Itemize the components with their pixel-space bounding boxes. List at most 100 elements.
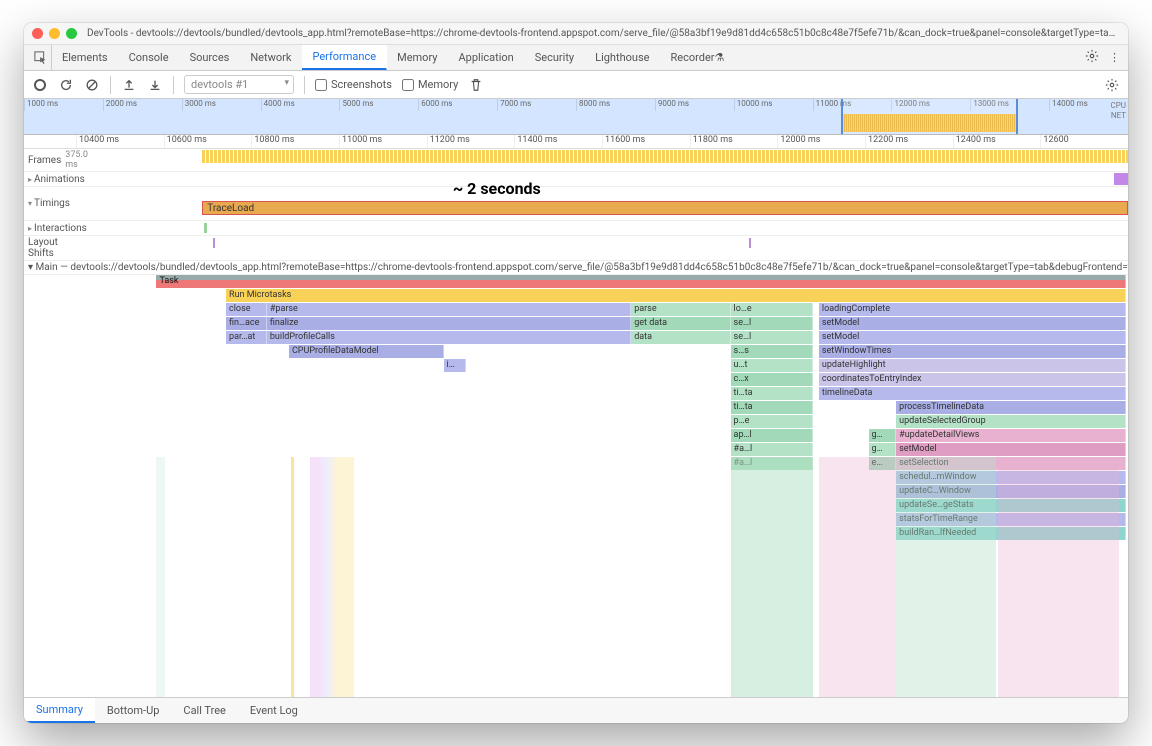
memory-label: Memory	[418, 78, 458, 91]
flame-bar[interactable]: setWindowTimes	[819, 345, 1126, 358]
btab-summary[interactable]: Summary	[24, 698, 95, 723]
more-icon[interactable]: ⋮	[1109, 51, 1120, 64]
flame-bar[interactable]: CPUProfileDataModel	[289, 345, 444, 358]
timings-lane[interactable]: ▾Timings ~ 2 seconds TraceLoad	[24, 187, 1128, 221]
flame-bar[interactable]: get data	[631, 317, 730, 330]
maximize-window-icon[interactable]	[66, 28, 77, 39]
panel-tabs: Elements Console Sources Network Perform…	[24, 45, 1128, 71]
frames-label: Frames	[28, 155, 61, 166]
flame-bar[interactable]: updateHighlight	[819, 359, 1126, 372]
cpu-label: CPU	[1111, 101, 1126, 111]
window-title: DevTools - devtools://devtools/bundled/d…	[87, 28, 1120, 39]
flame-bar[interactable]: coordinatesToEntryIndex	[819, 373, 1126, 386]
flame-bar[interactable]: setModel	[896, 443, 1126, 456]
flame-row: par…atbuildProfileCallsdatase…l setModel	[24, 331, 1128, 345]
overview-minimap[interactable]: 1000 ms2000 ms3000 ms4000 ms5000 ms6000 …	[24, 99, 1128, 135]
flame-row: ti…ta timelineData	[24, 387, 1128, 401]
memory-checkbox[interactable]: Memory	[402, 78, 458, 91]
flame-bar[interactable]: #updateDetailViews	[896, 429, 1126, 442]
chevron-right-icon: ▸	[28, 175, 32, 184]
flame-bar[interactable]: g…	[869, 443, 897, 456]
flame-bar[interactable]: close	[226, 303, 267, 316]
upload-icon[interactable]	[121, 77, 137, 93]
ruler-tick: 11000 ms	[339, 135, 427, 148]
animation-bar[interactable]	[1114, 173, 1128, 185]
overview-selection-handle[interactable]	[841, 99, 1018, 134]
main-thread-title: Main — devtools://devtools/bundled/devto…	[36, 262, 1128, 273]
flame-bar[interactable]: #a…l	[731, 443, 814, 456]
tab-memory[interactable]: Memory	[387, 45, 448, 70]
tab-security[interactable]: Security	[525, 45, 585, 70]
flame-row: c…x coordinatesToEntryIndex	[24, 373, 1128, 387]
flame-bar[interactable]: fin…ace	[226, 317, 267, 330]
tab-network[interactable]: Network	[240, 45, 302, 70]
main-thread-header[interactable]: ▾ Main — devtools://devtools/bundled/dev…	[24, 261, 1128, 275]
flame-bar[interactable]: setModel	[819, 331, 1126, 344]
clear-button[interactable]	[84, 77, 100, 93]
reload-record-button[interactable]	[58, 77, 74, 93]
tab-recorder[interactable]: Recorder ⚗	[660, 45, 735, 70]
ruler-tick: 10600 ms	[164, 135, 252, 148]
tab-console[interactable]: Console	[119, 45, 180, 70]
frames-bars[interactable]	[202, 150, 1128, 163]
flame-bar[interactable]: s…s	[731, 345, 814, 358]
flame-bar[interactable]: c…x	[731, 373, 814, 386]
layout-shift-bar[interactable]	[749, 238, 751, 248]
trash-icon[interactable]	[468, 77, 484, 93]
flame-chart[interactable]: TaskRun Microtasksclose#parseparselo…e lo…	[24, 275, 1128, 697]
capture-settings-gear-icon[interactable]	[1104, 77, 1120, 93]
flame-bar[interactable]: g…	[869, 429, 897, 442]
interactions-lane[interactable]: ▸Interactions	[24, 221, 1128, 236]
overview-tick: 9000 ms	[655, 99, 734, 111]
time-ruler: 10400 ms10600 ms10800 ms11000 ms11200 ms…	[24, 135, 1128, 149]
flame-bar[interactable]: finalize	[267, 317, 631, 330]
flame-bar[interactable]: timelineData	[819, 387, 1126, 400]
tab-lighthouse[interactable]: Lighthouse	[585, 45, 660, 70]
tab-sources[interactable]: Sources	[180, 45, 241, 70]
btab-event-log[interactable]: Event Log	[238, 698, 310, 723]
record-button[interactable]	[32, 77, 48, 93]
download-icon[interactable]	[147, 77, 163, 93]
flame-bar[interactable]: ti…ta	[731, 401, 814, 414]
ruler-tick: 11200 ms	[427, 135, 515, 148]
flame-bar[interactable]: ti…ta	[731, 387, 814, 400]
layout-shift-bar[interactable]	[213, 238, 215, 248]
flame-bar[interactable]: Run Microtasks	[226, 289, 1126, 302]
overview-tick: 7000 ms	[497, 99, 576, 111]
trace-highlight-box: TraceLoad	[202, 201, 1128, 215]
flame-bar[interactable]: p…e	[731, 415, 814, 428]
perf-toolbar: devtools #1 Screenshots Memory	[24, 71, 1128, 99]
flame-bar[interactable]: u…t	[731, 359, 814, 372]
flame-bar[interactable]: par…at	[226, 331, 267, 344]
flame-bar[interactable]: updateSelectedGroup	[896, 415, 1126, 428]
flame-bar[interactable]: processTimelineData	[896, 401, 1126, 414]
interaction-bar[interactable]	[204, 223, 207, 233]
flame-bar[interactable]: Task	[156, 275, 1125, 288]
ruler-tick: 12400 ms	[953, 135, 1041, 148]
flame-bar[interactable]: loadingComplete	[819, 303, 1126, 316]
settings-gear-icon[interactable]	[1085, 49, 1099, 66]
tab-elements[interactable]: Elements	[52, 45, 119, 70]
screenshots-checkbox[interactable]: Screenshots	[315, 78, 392, 91]
tab-performance[interactable]: Performance	[302, 45, 387, 70]
flame-bar[interactable]: se…l	[731, 317, 814, 330]
inspect-element-icon[interactable]	[30, 45, 52, 70]
tab-application[interactable]: Application	[448, 45, 524, 70]
flame-bar[interactable]: se…l	[731, 331, 814, 344]
flame-bar[interactable]: parse	[631, 303, 730, 316]
flame-bar[interactable]: lo…e	[731, 303, 814, 316]
close-window-icon[interactable]	[32, 28, 43, 39]
traceload-bar[interactable]: TraceLoad	[203, 202, 1127, 214]
flame-bar[interactable]: buildProfileCalls	[267, 331, 631, 344]
flame-bar[interactable]: setModel	[819, 317, 1126, 330]
animations-lane[interactable]: ▸Animations	[24, 172, 1128, 187]
minimize-window-icon[interactable]	[49, 28, 60, 39]
flame-bar[interactable]: data	[631, 331, 730, 344]
flame-bar[interactable]: ap…l	[731, 429, 814, 442]
flame-bar[interactable]: i…	[444, 359, 466, 372]
btab-call-tree[interactable]: Call Tree	[171, 698, 237, 723]
flame-bar[interactable]: #parse	[267, 303, 631, 316]
btab-bottom-up[interactable]: Bottom-Up	[95, 698, 172, 723]
trace-dropdown[interactable]: devtools #1	[184, 75, 294, 94]
overview-tick: 4000 ms	[261, 99, 340, 111]
